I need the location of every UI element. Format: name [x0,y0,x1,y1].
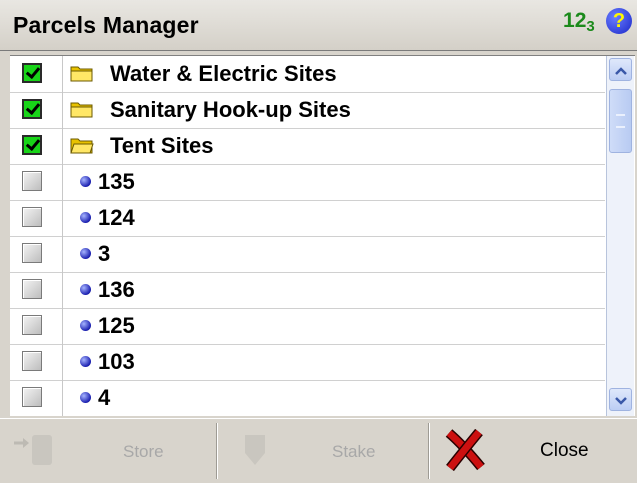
list-item-label: 136 [98,277,135,302]
list-item[interactable]: 103 [10,344,605,381]
toolbar-divider [428,423,430,479]
checkbox-cell [10,308,63,344]
stake-button[interactable]: Stake [219,419,427,483]
checkbox-unchecked[interactable] [22,387,42,407]
numfmt-sub: 3 [586,18,595,35]
scroll-up-button[interactable] [609,58,632,81]
parcel-dot-icon [80,356,91,367]
parcels-manager-window: Parcels Manager 123 ? Water & Electric S… [0,0,637,483]
list-item[interactable]: 4 [10,380,605,416]
checkbox-unchecked[interactable] [22,351,42,371]
vertical-scrollbar[interactable] [606,56,634,416]
list-item-label: Tent Sites [110,133,214,158]
scroll-down-button[interactable] [609,388,632,411]
checkbox-unchecked[interactable] [22,315,42,335]
checkbox-cell [10,344,63,380]
checkbox-cell [10,128,63,164]
close-button[interactable]: Close [431,419,637,483]
close-label: Close [540,440,589,461]
list-item[interactable]: 125 [10,308,605,345]
checkbox-checked[interactable] [22,63,42,83]
checkbox-cell [10,380,63,416]
checkbox-unchecked[interactable] [22,279,42,299]
list-item[interactable]: 124 [10,200,605,237]
stake-label: Stake [332,442,376,461]
folder-icon [70,66,93,82]
numfmt-sup: 1 [563,9,575,32]
checkbox-cell [10,272,63,308]
parcel-dot-icon [80,248,91,259]
list-item[interactable]: Tent Sites [10,128,605,165]
parcel-dot-icon [80,284,91,295]
checkbox-cell [10,164,63,200]
checkbox-unchecked[interactable] [22,243,42,263]
checkbox-cell [10,200,63,236]
list-item-label: Sanitary Hook-up Sites [110,97,351,122]
stake-icon [245,435,265,465]
list-item-label: 103 [98,349,135,374]
parcel-dot-icon [80,212,91,223]
list-item-label: 124 [98,205,135,230]
page-title: Parcels Manager [13,12,199,38]
checkbox-unchecked[interactable] [22,171,42,191]
list-item[interactable]: 136 [10,272,605,309]
header-bar: Parcels Manager 123 ? [0,0,637,51]
parcel-dot-icon [80,392,91,403]
close-icon [445,429,485,471]
toolbar-divider [216,423,218,479]
bottom-toolbar: Store Stake Close [0,418,637,483]
folder-icon [70,102,93,118]
numfmt-mid: 2 [574,9,587,32]
checkbox-checked[interactable] [22,99,42,119]
open-folder-icon [70,138,94,154]
checkbox-cell [10,92,63,128]
store-label: Store [123,442,164,461]
help-icon[interactable]: ? [606,8,632,34]
list-item-label: 4 [98,385,111,410]
list-item[interactable]: Sanitary Hook-up Sites [10,92,605,129]
store-button[interactable]: Store [0,419,215,483]
chevron-up-icon [614,67,627,75]
parcel-dot-icon [80,320,91,331]
list-item[interactable]: 135 [10,164,605,201]
number-format-icon[interactable]: 123 [563,9,595,35]
checkbox-cell [10,236,63,272]
list-item-label: 125 [98,313,135,338]
checkbox-checked[interactable] [22,135,42,155]
scroll-thumb[interactable] [609,89,632,153]
list-item-label: Water & Electric Sites [110,61,337,86]
parcel-dot-icon [80,176,91,187]
parcels-list: Water & Electric Sites Sanitary Hook-up … [10,55,635,416]
chevron-down-icon [614,397,627,405]
list-item-label: 3 [98,241,111,266]
checkbox-unchecked[interactable] [22,207,42,227]
store-icon [14,435,52,465]
list-item-label: 135 [98,169,135,194]
list-item[interactable]: 3 [10,236,605,273]
checkbox-cell [10,56,63,92]
list-item[interactable]: Water & Electric Sites [10,56,605,93]
